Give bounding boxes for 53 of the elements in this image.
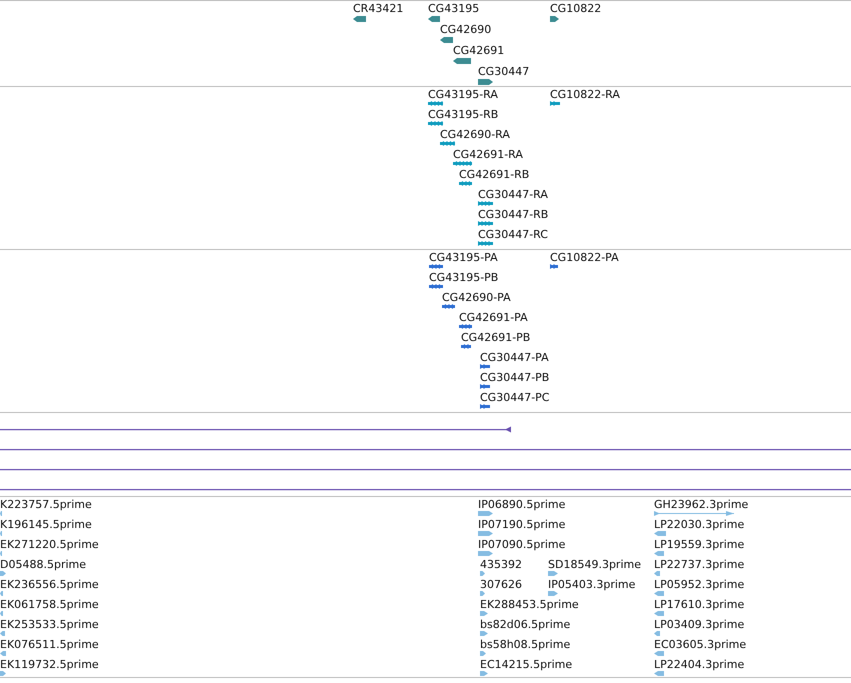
feature-label: 435392	[480, 558, 522, 572]
feature-label: CG30447-RA	[478, 188, 548, 202]
feature-label: LP17610.3prime	[654, 598, 744, 612]
feature-label: CG10822	[550, 2, 602, 16]
feature-label: CG43195	[428, 2, 480, 16]
feature-label: SD18549.3prime	[548, 558, 641, 572]
feature-label: LP22737.3prime	[654, 558, 744, 572]
feature-label: LP03409.3prime	[654, 618, 744, 632]
feature-label: CG42690	[440, 23, 492, 37]
feature-label: CG30447-PA	[480, 351, 549, 365]
feature-label: CG30447-RB	[478, 208, 548, 222]
feature-label: D05488.5prime	[0, 558, 86, 572]
feature-label: CG43195-RB	[428, 108, 498, 122]
feature-label: LP22404.3prime	[654, 658, 744, 672]
feature-label: CG42691	[453, 44, 504, 58]
feature-label: bs58h08.5prime	[480, 638, 570, 652]
feature-label: CG42690-PA	[442, 291, 511, 305]
feature-label: CG43195-PA	[429, 251, 498, 265]
feature-label: K223757.5prime	[0, 498, 92, 512]
feature-label: EK271220.5prime	[0, 538, 99, 552]
feature-label: K196145.5prime	[0, 518, 92, 532]
feature-label: EK288453.5prime	[480, 598, 579, 612]
feature-label: IP07090.5prime	[478, 538, 566, 552]
feature-label: EK076511.5prime	[0, 638, 99, 652]
feature-label: GH23962.3prime	[654, 498, 748, 512]
feature-label: IP06890.5prime	[478, 498, 566, 512]
feature-label: EK119732.5prime	[0, 658, 99, 672]
feature-label: CG30447-PB	[480, 371, 550, 385]
feature-label: CG30447-PC	[480, 391, 550, 405]
feature-label: bs82d06.5prime	[480, 618, 570, 632]
feature-label: EC14215.5prime	[480, 658, 572, 672]
feature-label: EK061758.5prime	[0, 598, 99, 612]
feature-label: CG30447	[478, 65, 530, 79]
feature-label: CG42691-PA	[459, 311, 528, 325]
feature-label: IP05403.3prime	[548, 578, 636, 592]
feature-label: LP05952.3prime	[654, 578, 744, 592]
feature-label: EC03605.3prime	[654, 638, 746, 652]
feature-label: LP19559.3prime	[654, 538, 744, 552]
feature-label: 307626	[480, 578, 522, 592]
feature-label: LP22030.3prime	[654, 518, 744, 532]
feature-label: CG30447-RC	[478, 228, 548, 242]
feature-label: CG10822-PA	[550, 251, 619, 265]
feature-label: CG42691-RB	[459, 168, 530, 182]
feature-label: CG10822-RA	[550, 88, 620, 102]
feature-label: CG43195-RA	[428, 88, 498, 102]
feature-label: CG42691-RA	[453, 148, 523, 162]
feature-label: CG42691-PB	[461, 331, 530, 345]
feature-label: EK253533.5prime	[0, 618, 99, 632]
feature-label: IP07190.5prime	[478, 518, 566, 532]
feature-label: EK236556.5prime	[0, 578, 99, 592]
feature-label: CG43195-PB	[429, 271, 498, 285]
feature-label: CR43421	[353, 2, 404, 16]
feature-label: CG42690-RA	[440, 128, 510, 142]
